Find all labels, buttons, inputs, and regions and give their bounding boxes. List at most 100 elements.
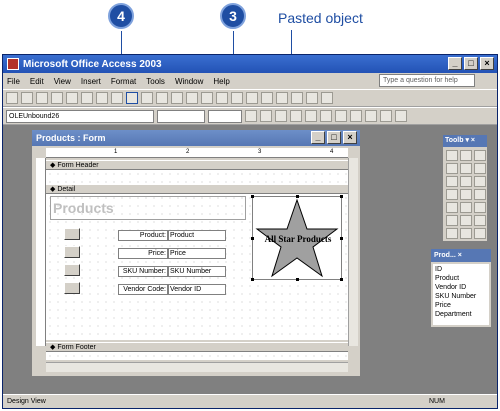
record-button-3[interactable] <box>64 264 80 276</box>
control-wizards-icon[interactable] <box>460 150 472 161</box>
properties-icon[interactable] <box>261 92 273 104</box>
horizontal-ruler[interactable]: 1 2 3 4 <box>46 148 348 158</box>
form-close-button[interactable]: × <box>343 131 357 144</box>
product-label[interactable]: Product: <box>118 230 168 241</box>
field-list-item[interactable]: ID <box>435 265 489 274</box>
autoformat-icon[interactable] <box>231 92 243 104</box>
products-heading-label[interactable]: Products <box>50 196 246 220</box>
menu-insert[interactable]: Insert <box>81 77 101 86</box>
cut-icon[interactable] <box>96 92 108 104</box>
menu-window[interactable]: Window <box>175 77 203 86</box>
line-color-icon[interactable] <box>365 110 377 122</box>
more-controls-icon[interactable] <box>474 228 486 239</box>
resize-handle-bc[interactable] <box>296 278 299 281</box>
resize-handle-bl[interactable] <box>251 278 254 281</box>
toggle-button-icon[interactable] <box>446 176 458 187</box>
hyperlink-icon[interactable] <box>186 92 198 104</box>
price-label[interactable]: Price: <box>118 248 168 259</box>
code-icon[interactable] <box>246 92 258 104</box>
resize-handle-mr[interactable] <box>340 237 343 240</box>
textbox-tool-icon[interactable] <box>460 163 472 174</box>
align-right-icon[interactable] <box>320 110 332 122</box>
tab-control-icon[interactable] <box>460 215 472 226</box>
print-icon[interactable] <box>51 92 63 104</box>
label-tool-icon[interactable] <box>446 163 458 174</box>
sku-number-label[interactable]: SKU Number: <box>118 266 168 277</box>
toolbox-icon[interactable] <box>216 92 228 104</box>
bold-icon[interactable] <box>245 110 257 122</box>
field-list-titlebar[interactable]: Prod... × <box>431 249 491 262</box>
field-list-item[interactable]: Department <box>435 310 489 319</box>
menu-view[interactable]: View <box>54 77 71 86</box>
align-left-icon[interactable] <box>290 110 302 122</box>
list-box-icon[interactable] <box>460 189 472 200</box>
minimize-button[interactable]: _ <box>448 57 462 70</box>
bound-object-icon[interactable] <box>474 202 486 213</box>
special-effect-icon[interactable] <box>395 110 407 122</box>
fill-color-icon[interactable] <box>335 110 347 122</box>
resize-handle-tl[interactable] <box>251 195 254 198</box>
vendor-code-field[interactable]: Vendor ID <box>168 284 226 295</box>
field-list-item[interactable]: SKU Number <box>435 292 489 301</box>
spelling-icon[interactable] <box>81 92 93 104</box>
form-footer-bar[interactable]: ◆ Form Footer <box>46 342 348 352</box>
close-button[interactable]: × <box>480 57 494 70</box>
form-header-bar[interactable]: ◆ Form Header <box>46 160 348 170</box>
resize-handle-tc[interactable] <box>296 195 299 198</box>
font-name-select[interactable] <box>157 109 205 123</box>
menu-edit[interactable]: Edit <box>30 77 44 86</box>
menu-format[interactable]: Format <box>111 77 136 86</box>
field-list-item[interactable]: Price <box>435 301 489 310</box>
new-object-icon[interactable] <box>306 92 318 104</box>
maximize-button[interactable]: □ <box>464 57 478 70</box>
field-list-icon[interactable] <box>201 92 213 104</box>
print-preview-icon[interactable] <box>66 92 78 104</box>
product-field[interactable]: Product <box>168 230 226 241</box>
command-button-icon[interactable] <box>474 189 486 200</box>
detail-area[interactable]: Products Product: Product Price: Price S… <box>46 194 348 340</box>
checkbox-tool-icon[interactable] <box>474 176 486 187</box>
align-center-icon[interactable] <box>305 110 317 122</box>
vendor-code-label[interactable]: Vendor Code: <box>118 284 168 295</box>
redo-icon[interactable] <box>171 92 183 104</box>
subform-icon[interactable] <box>474 215 486 226</box>
field-list-item[interactable]: Product <box>435 274 489 283</box>
copy-icon[interactable] <box>111 92 123 104</box>
select-objects-icon[interactable] <box>446 150 458 161</box>
font-size-select[interactable] <box>208 109 242 123</box>
build-icon[interactable] <box>276 92 288 104</box>
underline-icon[interactable] <box>275 110 287 122</box>
rectangle-tool-icon[interactable] <box>460 228 472 239</box>
format-painter-icon[interactable] <box>141 92 153 104</box>
search-icon[interactable] <box>36 92 48 104</box>
resize-handle-tr[interactable] <box>340 195 343 198</box>
undo-icon[interactable] <box>156 92 168 104</box>
price-field[interactable]: Price <box>168 248 226 259</box>
paste-icon[interactable] <box>126 92 138 104</box>
option-group-icon[interactable] <box>474 163 486 174</box>
line-width-icon[interactable] <box>380 110 392 122</box>
combo-box-icon[interactable] <box>446 189 458 200</box>
record-button-4[interactable] <box>64 282 80 294</box>
menu-tools[interactable]: Tools <box>146 77 165 86</box>
form-header-area[interactable] <box>46 170 348 184</box>
page-break-icon[interactable] <box>446 215 458 226</box>
resize-handle-br[interactable] <box>340 278 343 281</box>
vertical-scrollbar[interactable] <box>348 158 358 346</box>
menu-help[interactable]: Help <box>213 77 229 86</box>
sku-number-field[interactable]: SKU Number <box>168 266 226 277</box>
vertical-ruler[interactable] <box>36 158 46 346</box>
image-tool-icon[interactable] <box>446 202 458 213</box>
form-footer-area[interactable] <box>46 352 348 360</box>
detail-bar[interactable]: ◆ Detail <box>46 184 348 194</box>
form-minimize-button[interactable]: _ <box>311 131 325 144</box>
form-maximize-button[interactable]: □ <box>327 131 341 144</box>
help-search-input[interactable]: Type a question for help <box>379 74 475 87</box>
line-tool-icon[interactable] <box>446 228 458 239</box>
view-icon[interactable] <box>6 92 18 104</box>
italic-icon[interactable] <box>260 110 272 122</box>
horizontal-scrollbar[interactable] <box>46 362 348 372</box>
record-button-2[interactable] <box>64 246 80 258</box>
toolbox-title[interactable]: Toolb ▾ × <box>443 135 487 147</box>
font-color-icon[interactable] <box>350 110 362 122</box>
